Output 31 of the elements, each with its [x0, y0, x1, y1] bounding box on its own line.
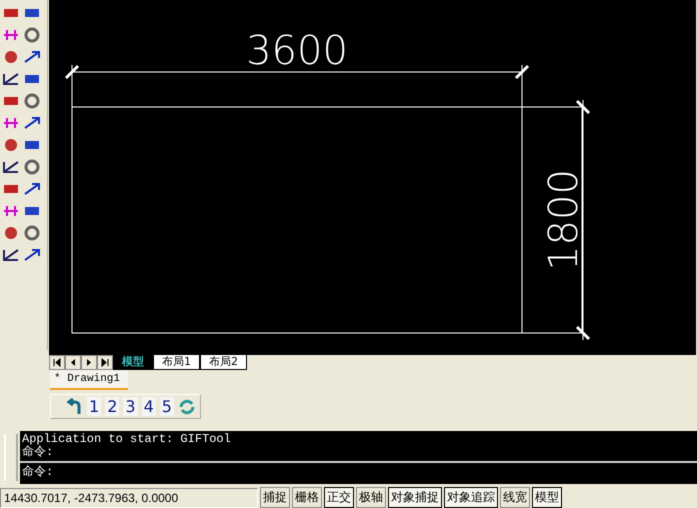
status-toggle[interactable]: 模型: [532, 487, 562, 508]
status-toggle[interactable]: 对象捕捉: [388, 487, 442, 508]
command-line: 命令:: [22, 446, 54, 459]
status-toggle[interactable]: 极轴: [356, 487, 386, 508]
layout-tab[interactable]: 布局2: [200, 355, 247, 370]
layout-tab[interactable]: 模型: [113, 355, 153, 370]
coordinates-display: 14430.7017, -2473.7963, 0.0000: [0, 488, 258, 508]
view-number-button[interactable]: 3: [123, 397, 138, 416]
status-toggle[interactable]: 栅格: [292, 487, 322, 508]
view-number-button[interactable]: 2: [105, 397, 120, 416]
first-tab-button[interactable]: [49, 355, 65, 370]
dimension-text: 1800: [541, 169, 587, 271]
undo-arrow-icon[interactable]: [65, 398, 83, 416]
view-number-button[interactable]: 1: [87, 397, 102, 416]
panel-grip-handle[interactable]: [4, 434, 18, 481]
previous-tab-button[interactable]: [65, 355, 81, 370]
document-tab[interactable]: * Drawing1: [50, 370, 128, 390]
command-input[interactable]: 命令:: [20, 462, 697, 481]
next-tab-button[interactable]: [81, 355, 97, 370]
status-toggle[interactable]: 对象追踪: [444, 487, 498, 508]
status-toggle[interactable]: 捕捉: [260, 487, 290, 508]
status-toggle[interactable]: 线宽: [500, 487, 530, 508]
refresh-icon[interactable]: [178, 398, 196, 416]
view-number-button[interactable]: 5: [160, 397, 174, 416]
layout-tab[interactable]: 布局1: [153, 355, 200, 370]
command-line: Application to start: GIFTool: [22, 432, 232, 446]
last-tab-button[interactable]: [97, 355, 113, 370]
circle-icon[interactable]: [2, 224, 20, 242]
dimension-text: 3600: [246, 28, 348, 74]
view-number-button[interactable]: 4: [142, 397, 156, 416]
status-toggle[interactable]: 正交: [324, 487, 354, 508]
